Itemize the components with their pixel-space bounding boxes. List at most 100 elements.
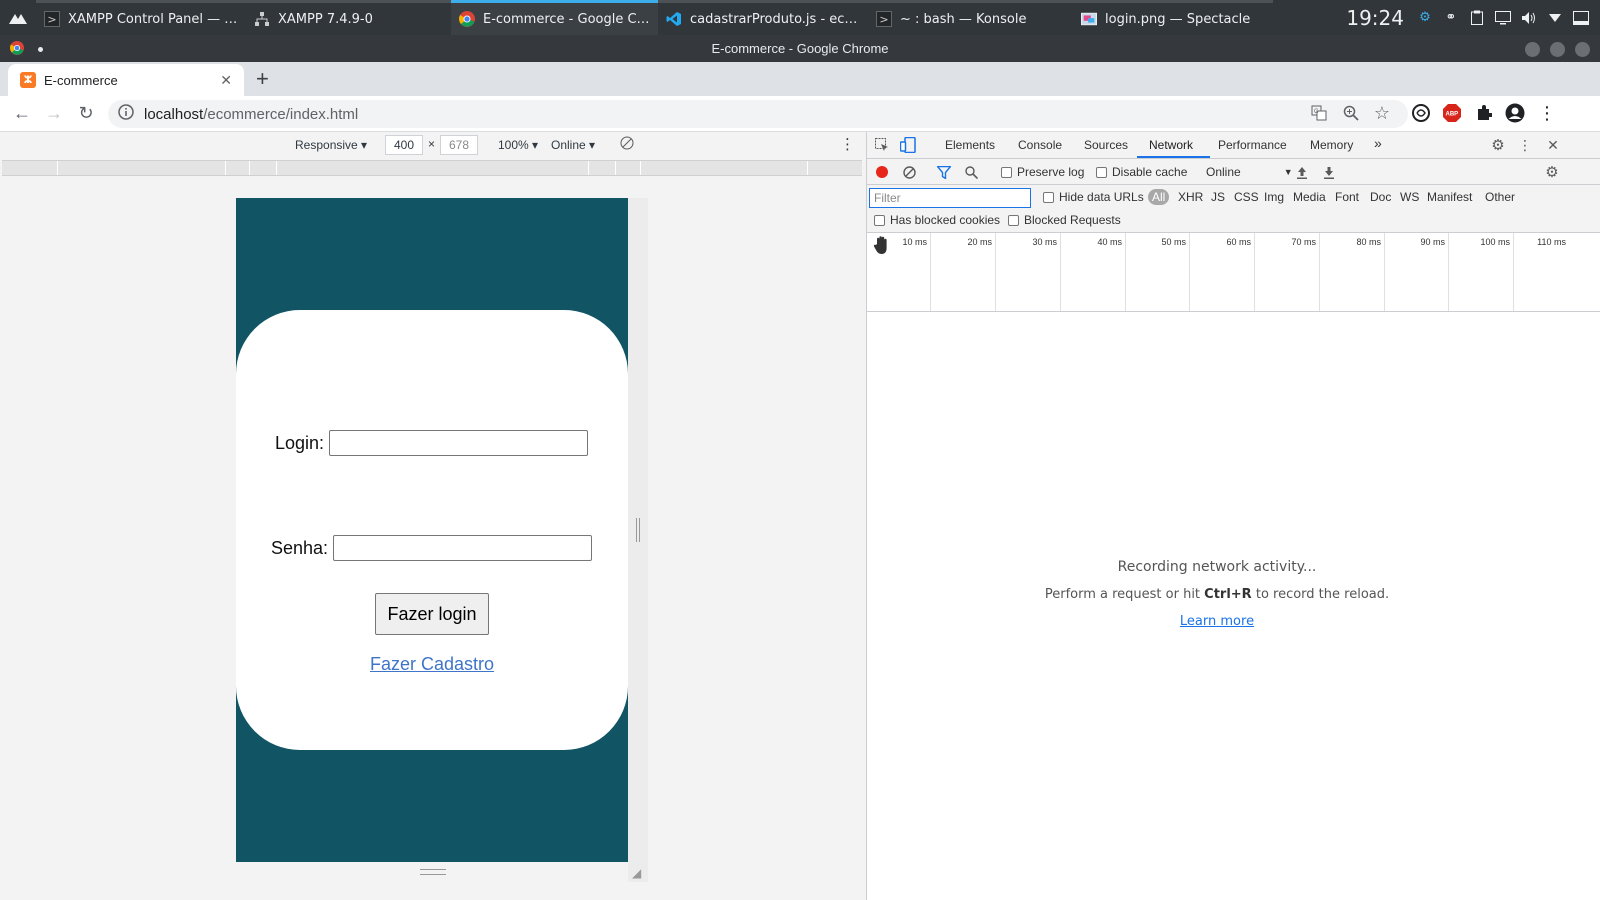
close-devtools-icon[interactable]: ✕ — [1544, 136, 1562, 154]
type-filter-font[interactable]: Font — [1335, 190, 1359, 204]
task-xampp-control[interactable]: > XAMPP Control Panel — Ko... — [36, 0, 246, 35]
tab-performance[interactable]: Performance — [1218, 138, 1287, 152]
hide-data-urls-checkbox[interactable]: Hide data URLs — [1043, 190, 1144, 204]
device-toggle-icon[interactable] — [899, 136, 917, 154]
zoom-select[interactable]: 100% ▾ — [498, 138, 538, 152]
type-filter-doc[interactable]: Doc — [1370, 190, 1391, 204]
devtools-menu-icon[interactable]: ⋮ — [1516, 136, 1534, 154]
more-tabs-icon[interactable]: » — [1374, 135, 1382, 151]
forward-button[interactable]: → — [38, 98, 70, 130]
hint-text-post: to record the reload. — [1255, 587, 1390, 602]
filter-icon[interactable] — [935, 163, 953, 181]
learn-more-link[interactable]: Learn more — [867, 614, 1567, 629]
maximize-button[interactable] — [1550, 42, 1565, 57]
bookmark-star-icon[interactable]: ☆ — [1371, 102, 1393, 124]
throttle-select[interactable]: Online ▾ — [551, 138, 595, 152]
info-icon[interactable] — [118, 104, 134, 124]
task-konsole[interactable]: > ~ : bash — Konsole — [868, 0, 1073, 35]
volume-icon[interactable] — [1520, 9, 1538, 27]
search-icon[interactable] — [962, 163, 980, 181]
type-filter-media[interactable]: Media — [1293, 190, 1326, 204]
profile-avatar-icon[interactable] — [1504, 102, 1526, 124]
task-vscode[interactable]: cadastrarProduto.js - ecom... — [658, 0, 868, 35]
width-input[interactable]: 400 — [385, 135, 423, 155]
login-input[interactable] — [329, 430, 589, 456]
settings-gear-icon[interactable]: ⚙ — [1416, 9, 1434, 27]
tab-console[interactable]: Console — [1018, 138, 1062, 152]
pin-dot-icon[interactable] — [38, 47, 43, 52]
adblock-icon[interactable]: ABP — [1441, 102, 1463, 124]
device-select-value: Responsive — [295, 138, 358, 152]
type-filter-other[interactable]: Other — [1485, 190, 1515, 204]
clipboard-icon[interactable] — [1468, 9, 1486, 27]
device-select[interactable]: Responsive ▾ — [295, 138, 367, 152]
disable-cache-label: Disable cache — [1112, 165, 1188, 179]
tab-network[interactable]: Network — [1149, 138, 1193, 152]
import-har-icon[interactable] — [1293, 163, 1311, 181]
width-resize-handle[interactable] — [636, 518, 640, 542]
height-input[interactable]: 678 — [440, 135, 478, 155]
close-tab-icon[interactable]: ✕ — [220, 72, 232, 89]
task-xampp[interactable]: XAMPP 7.4.9-0 — [246, 0, 451, 35]
record-icon[interactable] — [873, 163, 891, 181]
blocked-requests-checkbox[interactable]: Blocked Requests — [1008, 213, 1121, 227]
browser-tab[interactable]: ⵣ E-commerce ✕ — [8, 64, 244, 96]
clock[interactable]: 19:24 — [1346, 6, 1404, 30]
close-window-button[interactable] — [1575, 42, 1590, 57]
device-toolbar: Responsive ▾ 400 × 678 100% ▾ Online ▾ ⋮ — [0, 132, 866, 159]
inspect-element-icon[interactable] — [873, 136, 891, 154]
password-input[interactable] — [333, 535, 593, 561]
rotate-icon[interactable] — [620, 136, 634, 153]
type-filter-js[interactable]: JS — [1211, 190, 1225, 204]
corner-resize-icon[interactable]: ◢ — [632, 866, 641, 880]
settings-gear-icon[interactable]: ⚙ — [1489, 136, 1507, 154]
signup-link[interactable]: Fazer Cadastro — [236, 654, 628, 675]
hide-data-urls-label: Hide data URLs — [1059, 190, 1144, 204]
type-filter-xhr[interactable]: XHR — [1178, 190, 1203, 204]
login-button[interactable]: Fazer login — [375, 593, 489, 635]
media-query-ruler[interactable] — [2, 160, 862, 176]
type-filter-all[interactable]: All — [1148, 189, 1170, 205]
tab-elements[interactable]: Elements — [945, 138, 995, 152]
task-label: XAMPP 7.4.9-0 — [278, 11, 373, 27]
chrome-menu-icon[interactable]: ⋮ — [1536, 102, 1558, 124]
new-tab-button[interactable]: + — [256, 68, 269, 90]
type-filter-ws[interactable]: WS — [1400, 190, 1419, 204]
translate-icon[interactable]: G — [1308, 102, 1330, 124]
clear-icon[interactable] — [900, 163, 918, 181]
device-options-icon[interactable]: ⋮ — [840, 135, 855, 153]
preserve-log-checkbox[interactable]: Preserve log — [1001, 165, 1084, 179]
tab-memory[interactable]: Memory — [1310, 138, 1353, 152]
app-launcher-icon[interactable] — [0, 0, 36, 35]
filter-input[interactable]: Filter — [869, 188, 1031, 208]
task-spectacle[interactable]: login.png — Spectacle — [1073, 0, 1273, 35]
type-filter-css[interactable]: CSS — [1234, 190, 1259, 204]
type-filter-manifest[interactable]: Manifest — [1427, 190, 1472, 204]
tab-sources[interactable]: Sources — [1084, 138, 1128, 152]
network-settings-gear-icon[interactable]: ⚙ — [1543, 163, 1561, 181]
chrome-icon[interactable] — [10, 41, 24, 58]
svg-text:ABP: ABP — [1446, 112, 1459, 118]
back-button[interactable]: ← — [6, 98, 38, 130]
minimize-button[interactable] — [1525, 42, 1540, 57]
show-desktop-icon[interactable] — [1572, 9, 1590, 27]
extensions-puzzle-icon[interactable] — [1473, 102, 1495, 124]
type-filter-img[interactable]: Img — [1264, 190, 1284, 204]
height-resize-handle[interactable] — [420, 869, 446, 875]
task-chrome[interactable]: E-commerce - Google Chro... — [451, 0, 658, 35]
display-icon[interactable] — [1494, 9, 1512, 27]
address-bar[interactable]: localhost/ecommerce/index.html — [108, 100, 1408, 128]
network-overview-timeline[interactable]: 10 ms 20 ms 30 ms 40 ms 50 ms 60 ms 70 m… — [867, 233, 1600, 312]
zoom-icon[interactable] — [1340, 102, 1362, 124]
disable-cache-checkbox[interactable]: Disable cache — [1096, 165, 1187, 179]
url-host: localhost — [144, 105, 204, 123]
tray-expand-icon[interactable] — [1546, 9, 1564, 27]
blocked-cookies-checkbox[interactable]: Has blocked cookies — [874, 213, 1000, 227]
emulated-viewport: Login: Senha: Fazer login Fazer Cadastro — [236, 198, 628, 862]
export-har-icon[interactable] — [1320, 163, 1338, 181]
extension-ring-icon[interactable] — [1410, 102, 1432, 124]
kdeconnect-icon[interactable]: ⚭ — [1442, 9, 1460, 27]
empty-state-hint: Perform a request or hit Ctrl+R to recor… — [867, 587, 1567, 602]
network-throttle-select[interactable]: Online ▼ — [1206, 165, 1293, 179]
reload-button[interactable]: ↻ — [70, 98, 102, 130]
